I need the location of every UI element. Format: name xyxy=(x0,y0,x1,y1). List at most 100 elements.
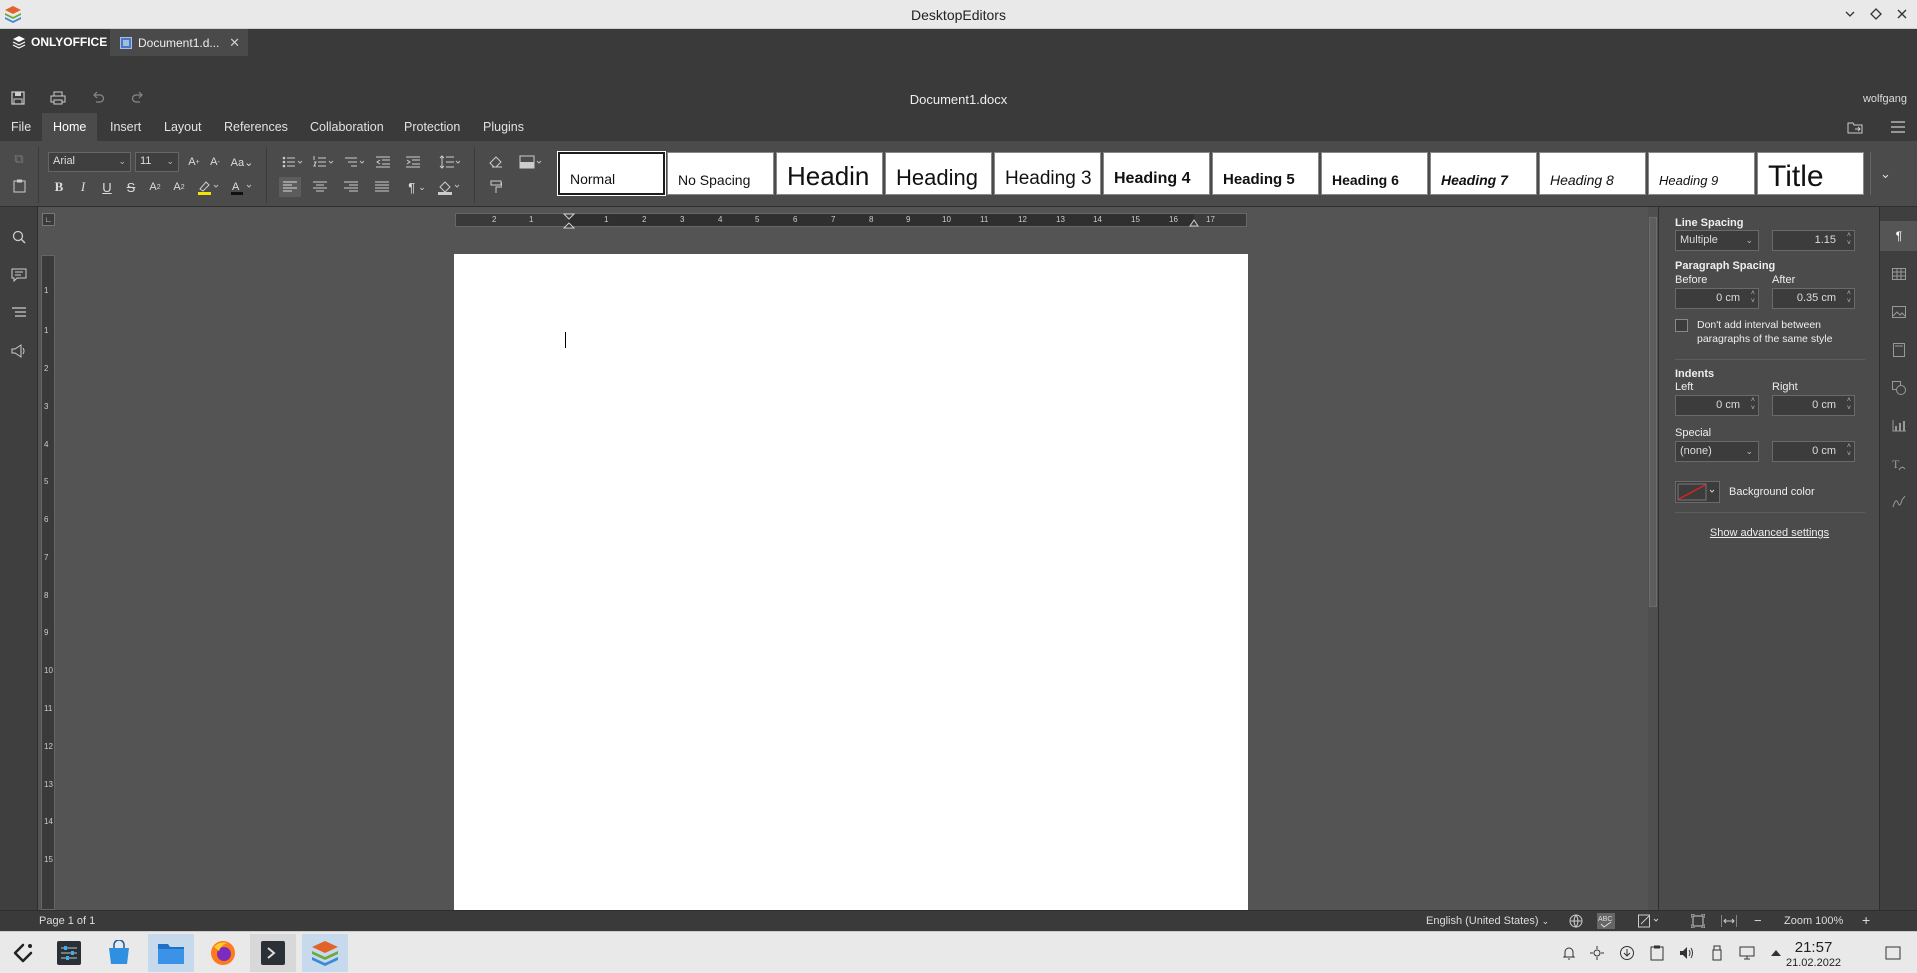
paragraph-settings-icon[interactable]: ¶ xyxy=(1880,221,1917,251)
page-count[interactable]: Page 1 of 1 xyxy=(39,915,95,927)
hamburger-menu-icon[interactable] xyxy=(1891,121,1905,133)
line-spacing-icon[interactable] xyxy=(436,152,464,172)
line-spacing-value-input[interactable]: 1.15 ˄ ˅ xyxy=(1772,230,1855,251)
copy-style-icon[interactable] xyxy=(485,177,507,197)
decrease-indent-icon[interactable] xyxy=(372,152,394,172)
bold-icon[interactable]: B xyxy=(48,177,70,197)
open-file-location-icon[interactable] xyxy=(1847,120,1863,134)
tab-protection[interactable]: Protection xyxy=(393,113,471,141)
style-heading-3[interactable]: Heading 3 xyxy=(994,152,1101,195)
vertical-ruler[interactable]: 1 1 2 3 4 5 6 7 8 9 10 11 12 13 14 15 xyxy=(41,255,55,910)
style-title[interactable]: Title xyxy=(1757,152,1864,195)
style-heading-8[interactable]: Heading 8 xyxy=(1539,152,1646,195)
align-right-icon[interactable] xyxy=(340,177,362,197)
style-no-spacing[interactable]: No Spacing xyxy=(667,152,774,195)
align-center-icon[interactable] xyxy=(309,177,331,197)
tab-insert[interactable]: Insert xyxy=(99,113,152,141)
copy-icon[interactable]: ⧉ xyxy=(8,149,30,169)
volume-icon[interactable] xyxy=(1678,944,1696,962)
image-settings-icon[interactable] xyxy=(1880,297,1917,327)
superscript-icon[interactable]: A2 xyxy=(144,177,166,197)
close-window-button[interactable] xyxy=(1893,5,1911,23)
comments-icon[interactable] xyxy=(9,265,29,285)
tab-plugins[interactable]: Plugins xyxy=(472,113,535,141)
document-language-icon[interactable] xyxy=(1569,914,1583,928)
horizontal-ruler[interactable]: 2 1 1 2 3 4 5 6 7 8 9 10 11 12 13 14 15 … xyxy=(455,213,1247,229)
tab-layout[interactable]: Layout xyxy=(153,113,213,141)
chart-settings-icon[interactable] xyxy=(1880,411,1917,441)
document-tab[interactable]: Document1.d... ✕ xyxy=(110,29,248,56)
no-interval-checkbox[interactable] xyxy=(1675,319,1688,332)
onlyoffice-taskbar-icon[interactable] xyxy=(302,934,348,972)
tab-home[interactable]: Home xyxy=(42,113,98,141)
software-store-icon[interactable] xyxy=(96,934,142,972)
clock[interactable]: 21:57 21.02.2022 xyxy=(1786,939,1841,969)
vertical-scrollbar[interactable] xyxy=(1648,207,1658,910)
file-manager-icon[interactable] xyxy=(148,934,194,972)
zoom-out-icon[interactable]: − xyxy=(1754,913,1762,928)
show-hidden-icons-icon[interactable] xyxy=(1767,944,1785,962)
align-left-icon[interactable] xyxy=(279,177,301,197)
tab-selector-icon[interactable]: ∟ xyxy=(42,213,55,226)
italic-icon[interactable]: I xyxy=(72,177,94,197)
table-settings-icon[interactable] xyxy=(1880,259,1917,289)
increase-font-icon[interactable]: A + xyxy=(183,152,205,172)
navigation-icon[interactable] xyxy=(9,303,29,323)
style-heading-4[interactable]: Heading 4 xyxy=(1103,152,1210,195)
line-spacing-mode-select[interactable]: Multiple ⌄ xyxy=(1675,230,1759,251)
notifications-icon[interactable] xyxy=(1560,944,1578,962)
document-page[interactable] xyxy=(454,254,1248,910)
highlight-color-icon[interactable] xyxy=(194,177,222,197)
styles-expand-button[interactable]: ⌄ xyxy=(1870,152,1900,195)
text-art-settings-icon[interactable]: T xyxy=(1880,449,1917,479)
system-settings-icon[interactable] xyxy=(46,934,92,972)
search-icon[interactable] xyxy=(9,227,29,247)
first-indent-marker[interactable] xyxy=(563,213,575,229)
strikethrough-icon[interactable]: S xyxy=(120,177,142,197)
font-name-select[interactable]: Arial ⌄ xyxy=(48,152,131,172)
text-language-select[interactable]: English (United States) ⌄ xyxy=(1426,915,1549,927)
nonprinting-characters-icon[interactable]: ¶ ⌄ xyxy=(404,177,430,197)
background-color-picker[interactable] xyxy=(1675,481,1720,503)
spell-check-icon[interactable]: ABC xyxy=(1597,913,1615,929)
zoom-level[interactable]: Zoom 100% xyxy=(1784,915,1843,927)
updates-icon[interactable] xyxy=(1618,944,1636,962)
style-heading-1[interactable]: Headin xyxy=(776,152,883,195)
signature-settings-icon[interactable] xyxy=(1880,487,1917,517)
underline-icon[interactable]: U xyxy=(96,177,118,197)
removable-devices-icon[interactable] xyxy=(1708,944,1726,962)
tab-file[interactable]: File xyxy=(0,113,42,141)
style-heading-6[interactable]: Heading 6 xyxy=(1321,152,1428,195)
right-indent-marker[interactable] xyxy=(1189,217,1199,227)
paragraph-shading-icon[interactable] xyxy=(434,177,464,197)
font-size-select[interactable]: 11 ⌄ xyxy=(135,152,179,172)
paste-icon[interactable] xyxy=(8,176,30,196)
style-heading-2[interactable]: Heading xyxy=(885,152,992,195)
justify-icon[interactable] xyxy=(371,177,393,197)
decrease-font-icon[interactable]: A- xyxy=(204,152,226,172)
track-changes-icon[interactable] xyxy=(1638,914,1662,928)
maximize-button[interactable] xyxy=(1867,5,1885,23)
clipboard-icon[interactable] xyxy=(1648,944,1666,962)
color-scheme-icon[interactable] xyxy=(516,152,546,172)
show-advanced-settings-link[interactable]: Show advanced settings xyxy=(1659,527,1880,539)
special-indent-amount-input[interactable]: 0 cm ˄ ˅ xyxy=(1772,441,1855,462)
numbered-list-icon[interactable] xyxy=(310,152,338,172)
increase-indent-icon[interactable] xyxy=(402,152,424,172)
kde-connect-icon[interactable] xyxy=(1588,944,1606,962)
user-name[interactable]: wolfgang xyxy=(1863,93,1907,105)
style-heading-7[interactable]: Heading 7 xyxy=(1430,152,1537,195)
show-desktop-icon[interactable] xyxy=(1884,944,1902,962)
subscript-icon[interactable]: A2 xyxy=(168,177,190,197)
special-indent-select[interactable]: (none) ⌄ xyxy=(1675,441,1759,462)
feedback-icon[interactable] xyxy=(9,341,29,361)
minimize-button[interactable] xyxy=(1841,5,1859,23)
spacing-after-input[interactable]: 0.35 cm ˄ ˅ xyxy=(1772,288,1855,309)
change-case-icon[interactable]: Aa⌄ xyxy=(227,152,257,172)
close-tab-icon[interactable]: ✕ xyxy=(229,35,240,51)
tab-collaboration[interactable]: Collaboration xyxy=(299,113,395,141)
tab-references[interactable]: References xyxy=(213,113,299,141)
firefox-icon[interactable] xyxy=(200,934,246,972)
fit-width-icon[interactable] xyxy=(1721,914,1737,928)
application-launcher-icon[interactable] xyxy=(0,934,46,972)
